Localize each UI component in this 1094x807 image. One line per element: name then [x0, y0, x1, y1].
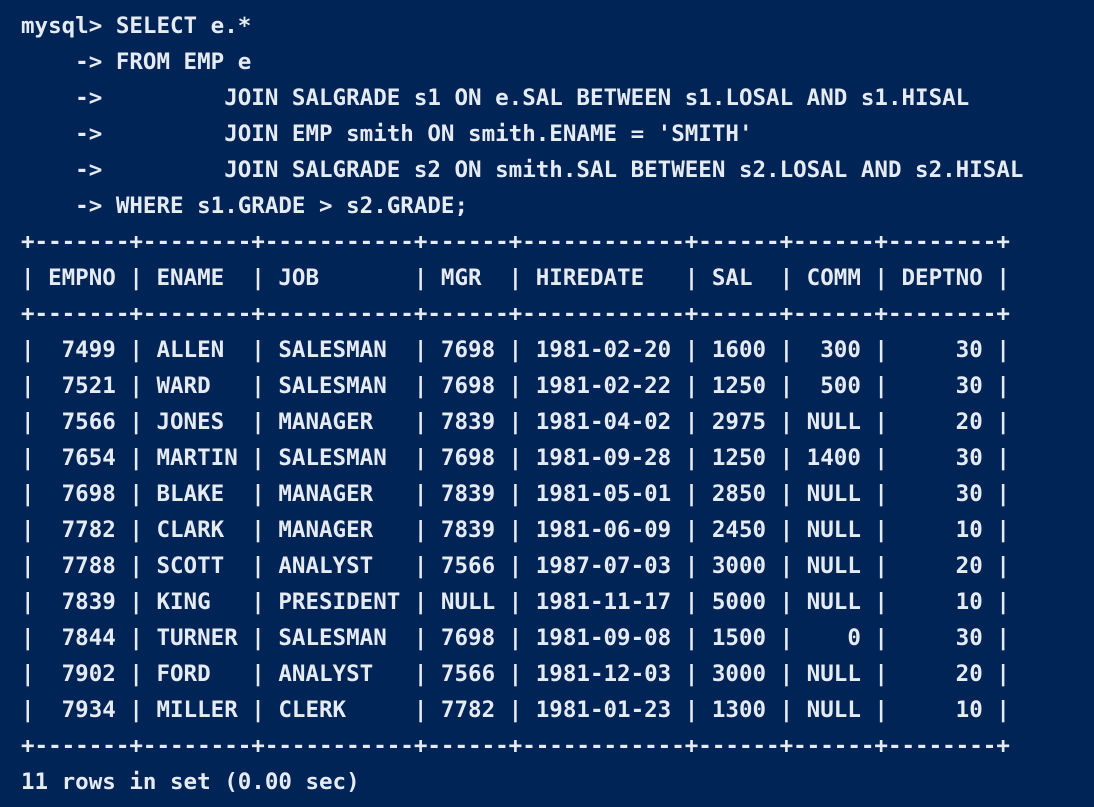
query-line: -> JOIN EMP smith ON smith.ENAME = 'SMIT… [21, 121, 753, 147]
table-row: | 7499 | ALLEN | SALESMAN | 7698 | 1981-… [21, 337, 1010, 363]
query-line: -> FROM EMP e [21, 49, 252, 75]
query-line: mysql> SELECT e.* [21, 13, 252, 39]
table-border-bottom: +-------+--------+-----------+------+---… [21, 733, 1010, 759]
query-line: -> JOIN SALGRADE s1 ON e.SAL BETWEEN s1.… [21, 85, 970, 111]
table-row: | 7934 | MILLER | CLERK | 7782 | 1981-01… [21, 697, 1010, 723]
query-line: -> JOIN SALGRADE s2 ON smith.SAL BETWEEN… [21, 157, 1024, 183]
table-border-top: +-------+--------+-----------+------+---… [21, 229, 1010, 255]
table-row: | 7521 | WARD | SALESMAN | 7698 | 1981-0… [21, 373, 1010, 399]
table-row: | 7698 | BLAKE | MANAGER | 7839 | 1981-0… [21, 481, 1010, 507]
query-line: -> WHERE s1.GRADE > s2.GRADE; [21, 193, 469, 219]
table-row: | 7844 | TURNER | SALESMAN | 7698 | 1981… [21, 625, 1010, 651]
table-row: | 7566 | JONES | MANAGER | 7839 | 1981-0… [21, 409, 1010, 435]
terminal-window[interactable]: mysql> SELECT e.* -> FROM EMP e -> JOIN … [0, 0, 1094, 807]
table-header: | EMPNO | ENAME | JOB | MGR | HIREDATE |… [21, 265, 1010, 291]
table-row: | 7839 | KING | PRESIDENT | NULL | 1981-… [21, 589, 1010, 615]
table-row: | 7782 | CLARK | MANAGER | 7839 | 1981-0… [21, 517, 1010, 543]
table-border-header: +-------+--------+-----------+------+---… [21, 301, 1010, 327]
table-row: | 7788 | SCOTT | ANALYST | 7566 | 1987-0… [21, 553, 1010, 579]
table-row: | 7654 | MARTIN | SALESMAN | 7698 | 1981… [21, 445, 1010, 471]
status-line: 11 rows in set (0.00 sec) [21, 769, 360, 795]
table-row: | 7902 | FORD | ANALYST | 7566 | 1981-12… [21, 661, 1010, 687]
